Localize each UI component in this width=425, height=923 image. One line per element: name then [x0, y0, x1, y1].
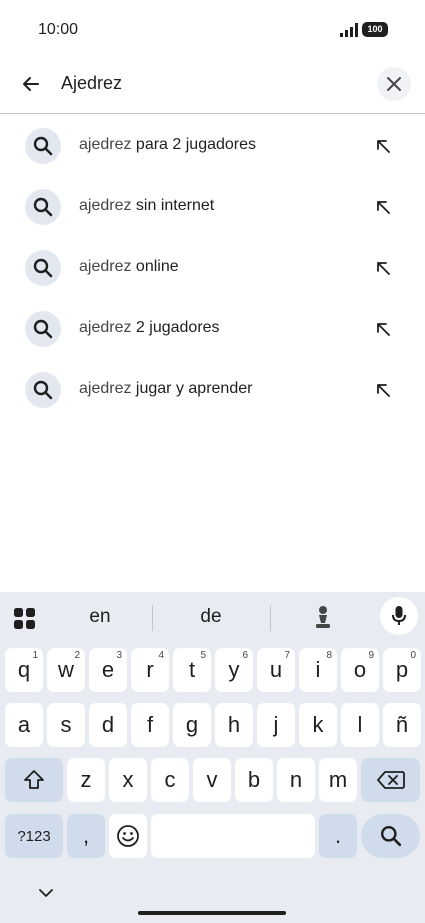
key-u[interactable]: u7 — [257, 648, 295, 692]
key-q[interactable]: q1 — [5, 648, 43, 692]
period-key[interactable]: . — [319, 814, 357, 858]
key-r[interactable]: r4 — [131, 648, 169, 692]
word-suggestion[interactable]: de — [186, 606, 236, 628]
key-d[interactable]: d — [89, 703, 127, 747]
fill-query-arrow-icon[interactable] — [372, 196, 394, 218]
battery-icon: 100 — [362, 22, 388, 37]
clear-search-button[interactable] — [377, 67, 411, 101]
back-button[interactable] — [14, 67, 48, 101]
space-key[interactable] — [151, 814, 315, 858]
suggestion-text: ajedrez online — [79, 258, 179, 275]
chess-pawn-icon[interactable] — [314, 605, 332, 631]
search-key[interactable] — [361, 814, 420, 858]
search-icon — [380, 825, 401, 847]
key-i[interactable]: i8 — [299, 648, 337, 692]
divider — [152, 605, 153, 631]
close-icon — [387, 77, 401, 91]
fill-query-arrow-icon[interactable] — [372, 257, 394, 279]
chevron-down-icon[interactable] — [37, 886, 55, 900]
key-j[interactable]: j — [257, 703, 295, 747]
suggestion-text: ajedrez para 2 jugadores — [79, 136, 257, 153]
status-time: 10:00 — [38, 21, 79, 38]
fill-query-arrow-icon[interactable] — [372, 135, 394, 157]
suggestion-item[interactable]: ajedrez jugar y aprender — [0, 358, 425, 419]
search-input[interactable] — [61, 69, 361, 97]
suggestion-text: ajedrez jugar y aprender — [79, 380, 253, 397]
divider — [270, 605, 271, 631]
key-e[interactable]: e3 — [89, 648, 127, 692]
shift-key[interactable] — [5, 758, 63, 802]
backspace-key[interactable] — [361, 758, 420, 802]
key-x[interactable]: x — [109, 758, 147, 802]
key-z[interactable]: z — [67, 758, 105, 802]
voice-input-button[interactable] — [380, 597, 418, 635]
comma-key[interactable]: , — [67, 814, 105, 858]
key-v[interactable]: v — [193, 758, 231, 802]
signal-icon — [340, 23, 358, 37]
key-m[interactable]: m — [319, 758, 357, 802]
search-icon — [25, 311, 61, 347]
suggestion-text: ajedrez 2 jugadores — [79, 319, 220, 336]
battery-level: 100 — [367, 24, 383, 34]
fill-query-arrow-icon[interactable] — [372, 379, 394, 401]
key-a[interactable]: a — [5, 703, 43, 747]
suggestion-item[interactable]: ajedrez 2 jugadores — [0, 297, 425, 358]
microphone-icon — [392, 606, 406, 625]
key-o[interactable]: o9 — [341, 648, 379, 692]
apps-grid-icon[interactable] — [14, 608, 36, 630]
word-suggestion[interactable]: en — [75, 606, 125, 628]
key-w[interactable]: w2 — [47, 648, 85, 692]
emoji-icon — [117, 825, 139, 847]
symbols-key[interactable]: ?123 — [5, 814, 63, 858]
key-l[interactable]: l — [341, 703, 379, 747]
arrow-left-icon — [23, 77, 39, 91]
key-c[interactable]: c — [151, 758, 189, 802]
keyboard-suggestion-strip: en de — [0, 592, 425, 642]
key-y[interactable]: y6 — [215, 648, 253, 692]
search-icon — [25, 128, 61, 164]
on-screen-keyboard: en de q1 w2 e3 r4 t5 y6 u7 i8 o9 p0 a s … — [0, 592, 425, 923]
search-icon — [25, 189, 61, 225]
key-p[interactable]: p0 — [383, 648, 421, 692]
suggestion-item[interactable]: ajedrez sin internet — [0, 175, 425, 236]
search-icon — [25, 250, 61, 286]
suggestion-item[interactable]: ajedrez online — [0, 236, 425, 297]
emoji-key[interactable] — [109, 814, 147, 858]
status-bar: 10:00 100 — [0, 0, 425, 60]
suggestion-text: ajedrez sin internet — [79, 197, 215, 214]
key-f[interactable]: f — [131, 703, 169, 747]
key-s[interactable]: s — [47, 703, 85, 747]
home-indicator[interactable] — [138, 911, 286, 915]
key-n[interactable]: n — [277, 758, 315, 802]
key-n-tilde[interactable]: ñ — [383, 703, 421, 747]
search-icon — [25, 372, 61, 408]
shift-icon — [24, 770, 44, 789]
key-b[interactable]: b — [235, 758, 273, 802]
backspace-icon — [376, 771, 405, 789]
key-k[interactable]: k — [299, 703, 337, 747]
search-header — [0, 60, 425, 114]
key-g[interactable]: g — [173, 703, 211, 747]
fill-query-arrow-icon[interactable] — [372, 318, 394, 340]
suggestion-item[interactable]: ajedrez para 2 jugadores — [0, 114, 425, 175]
key-t[interactable]: t5 — [173, 648, 211, 692]
key-h[interactable]: h — [215, 703, 253, 747]
